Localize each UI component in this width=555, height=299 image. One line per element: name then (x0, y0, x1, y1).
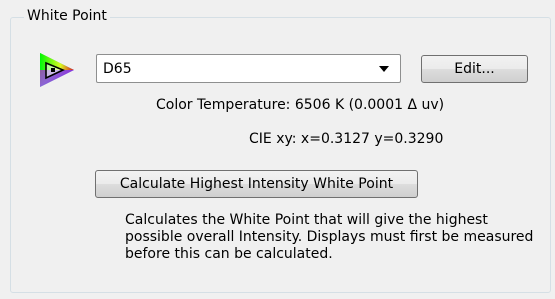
color-temperature-label: Color Temperature: (156, 97, 291, 113)
color-temperature-row: Color Temperature: 6506 K (0.0001 Δ uv) (156, 96, 444, 114)
cie-xy-label: CIE xy: (249, 131, 297, 147)
edit-button[interactable]: Edit... (421, 55, 528, 83)
cie-xy-value: x=0.3127 y=0.3290 (300, 131, 444, 147)
cie-xy-row: CIE xy: x=0.3127 y=0.3290 (249, 130, 443, 148)
white-point-preset-value: D65 (103, 61, 132, 77)
chevron-down-icon[interactable] (379, 66, 389, 72)
color-temperature-value: 6506 K (0.0001 Δ uv) (294, 97, 445, 113)
white-point-title: White Point (24, 7, 110, 25)
white-point-preset-select[interactable]: D65 (96, 54, 401, 83)
color-gamut-icon (40, 53, 74, 87)
calculate-highest-intensity-button[interactable]: Calculate Highest Intensity White Point (95, 170, 418, 198)
calculate-description: Calculates the White Point that will giv… (125, 212, 534, 262)
